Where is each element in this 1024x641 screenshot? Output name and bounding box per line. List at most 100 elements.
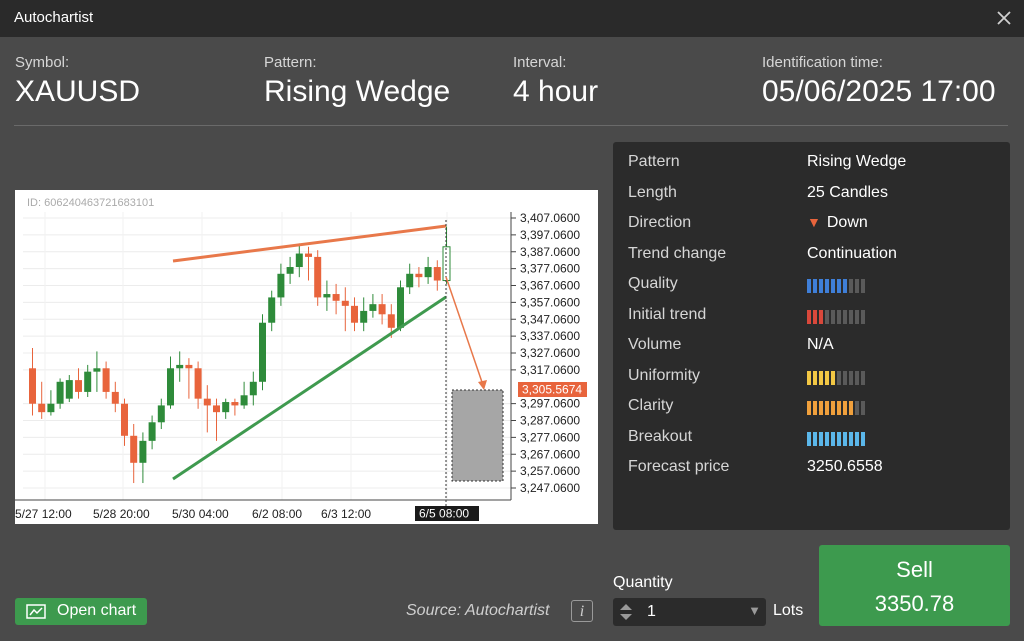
window-title: Autochartist bbox=[14, 9, 94, 26]
candle-body bbox=[139, 440, 147, 463]
rating-segment bbox=[807, 370, 811, 385]
detail-value-text: N/A bbox=[807, 336, 834, 353]
time-tick-label: 5/27 12:00 bbox=[15, 507, 72, 521]
detail-value: 3250.6558 bbox=[807, 458, 883, 476]
spinner-arrows-icon[interactable] bbox=[619, 603, 633, 621]
rating-segment bbox=[807, 279, 811, 293]
sell-button[interactable]: Sell 3350.78 bbox=[819, 545, 1010, 626]
rating-meter bbox=[807, 401, 865, 415]
rating-segment bbox=[825, 309, 829, 324]
candle-body bbox=[29, 368, 36, 404]
pattern-chart[interactable]: ID: 606240463721683101 3,407.0600 3,397.0… bbox=[15, 190, 598, 524]
rating-segment bbox=[861, 370, 865, 385]
chart-icon bbox=[26, 604, 46, 619]
price-tick-label: 3,247.0600 bbox=[520, 481, 580, 495]
rating-segment bbox=[837, 431, 841, 446]
rating-segment bbox=[843, 309, 847, 324]
pattern-details-panel: Pattern Rising Wedge Length 25 Candles Direc… bbox=[613, 142, 1010, 530]
forecast-arrowhead bbox=[478, 380, 487, 390]
pattern-block: Pattern: Rising Wedge bbox=[264, 54, 450, 109]
rating-segment bbox=[825, 401, 829, 415]
candle-body bbox=[231, 402, 239, 406]
candle-body bbox=[56, 381, 64, 404]
rating-segment bbox=[807, 309, 811, 324]
price-tick-label: 3,397.0600 bbox=[520, 228, 580, 242]
rating-segment bbox=[813, 370, 817, 385]
detail-value-text: Down bbox=[826, 214, 868, 231]
candle-body bbox=[406, 273, 414, 288]
price-tick-label: 3,377.0600 bbox=[520, 262, 580, 276]
detail-row-quality: Quality bbox=[628, 275, 998, 299]
detail-key: Clarity bbox=[628, 397, 674, 414]
time-tick-label: 6/2 08:00 bbox=[252, 507, 302, 521]
price-tick-label: 3,327.0600 bbox=[520, 346, 580, 360]
candle-body bbox=[415, 273, 423, 278]
price-tick-label: 3,367.0600 bbox=[520, 279, 580, 293]
candle-body bbox=[295, 253, 303, 268]
open-chart-label: Open chart bbox=[57, 602, 137, 619]
detail-row-breakout: Breakout bbox=[628, 428, 998, 452]
candle-body bbox=[121, 403, 128, 436]
price-tick-label: 3,297.0600 bbox=[520, 397, 580, 411]
time-value: 05/06/2025 17:00 bbox=[762, 75, 996, 108]
detail-value-text: 25 Candles bbox=[807, 183, 888, 201]
quantity-stepper[interactable]: 1 ▼ bbox=[613, 598, 766, 626]
detail-value-text: Rising Wedge bbox=[807, 153, 907, 170]
candle-body bbox=[38, 403, 46, 413]
detail-row-forecast-price: Forecast price 3250.6558 bbox=[628, 458, 998, 482]
candle-body bbox=[323, 294, 331, 298]
rating-segment bbox=[819, 431, 823, 446]
price-tick-label: 3,337.0600 bbox=[520, 329, 580, 343]
candle-body bbox=[305, 253, 312, 257]
symbol-block: Symbol: XAUUSD bbox=[15, 54, 140, 109]
candle-body bbox=[433, 267, 441, 281]
rating-segment bbox=[813, 279, 817, 293]
support-line bbox=[172, 295, 447, 481]
detail-row-direction: Direction ▼ Down bbox=[628, 214, 998, 238]
rating-segment bbox=[843, 401, 847, 415]
time-block: Identification time: 05/06/2025 17:00 bbox=[762, 54, 996, 109]
rating-segment bbox=[843, 431, 847, 446]
candle-body bbox=[222, 402, 230, 413]
candle-body bbox=[341, 300, 349, 306]
quantity-value[interactable]: 1 bbox=[647, 603, 656, 621]
candle-body bbox=[213, 405, 220, 413]
time-label: Identification time: bbox=[762, 54, 883, 71]
detail-key: Trend change bbox=[628, 244, 727, 262]
rating-segment bbox=[825, 431, 829, 446]
rating-meter bbox=[807, 431, 865, 446]
detail-value-text: 3250.6558 bbox=[807, 458, 883, 475]
pattern-value: Rising Wedge bbox=[264, 75, 451, 108]
candle-body bbox=[277, 273, 285, 298]
rating-segment bbox=[837, 279, 841, 293]
chevron-down-icon[interactable]: ▼ bbox=[748, 603, 761, 618]
price-tick-label: 3,407.0600 bbox=[520, 211, 580, 225]
rating-segment bbox=[819, 401, 823, 415]
rating-segment bbox=[843, 370, 847, 385]
candle-body bbox=[65, 380, 73, 399]
rating-segment bbox=[825, 370, 829, 385]
rating-segment bbox=[861, 401, 865, 415]
rating-meter bbox=[807, 370, 865, 385]
candle-body bbox=[424, 267, 432, 278]
detail-key: Forecast price bbox=[628, 458, 730, 475]
candle-body bbox=[397, 287, 404, 328]
candle-body bbox=[442, 246, 451, 282]
candle-body bbox=[360, 310, 368, 323]
rating-segment bbox=[813, 431, 817, 446]
open-chart-button[interactable]: Open chart bbox=[15, 598, 147, 625]
detail-row-volume: Volume N/A bbox=[628, 336, 998, 360]
info-icon[interactable]: i bbox=[571, 600, 593, 622]
detail-row-uniformity: Uniformity bbox=[628, 367, 998, 391]
candle-body bbox=[167, 368, 174, 406]
candle-body bbox=[130, 435, 138, 463]
forecast-arrow bbox=[445, 276, 485, 389]
detail-value: ▼ Down bbox=[807, 214, 868, 232]
interval-value: 4 hour bbox=[513, 75, 599, 108]
close-icon[interactable] bbox=[994, 8, 1014, 28]
forecast-price-tag-text: 3,305.5674 bbox=[522, 383, 582, 397]
candle-body bbox=[332, 294, 340, 301]
lots-label: Lots bbox=[773, 602, 804, 619]
forecast-box bbox=[451, 389, 504, 482]
rating-segment bbox=[855, 370, 859, 385]
